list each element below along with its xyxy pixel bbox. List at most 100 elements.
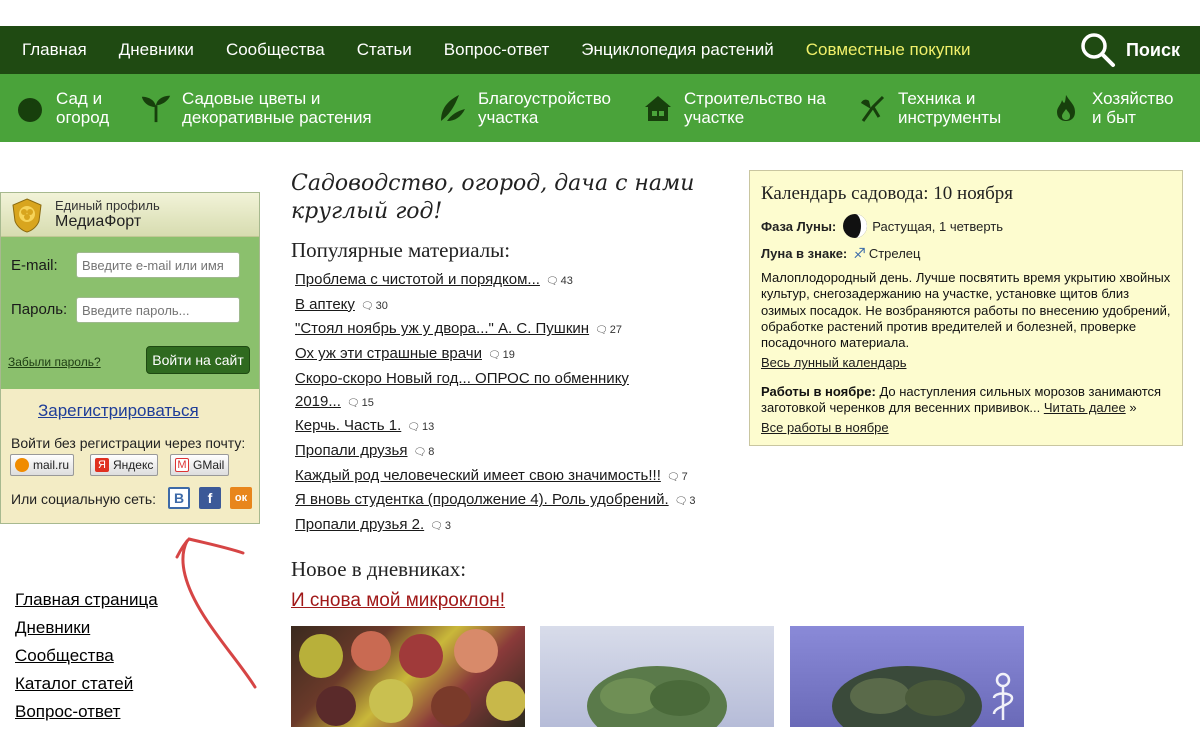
gmail-login-button[interactable]: M GMail: [170, 454, 230, 476]
annotation-arrow: [175, 537, 257, 689]
popular-link[interactable]: Керчь. Часть 1.: [295, 417, 401, 434]
yandex-label: Яндекс: [113, 458, 154, 472]
read-more-link[interactable]: Читать далее: [1044, 400, 1126, 415]
all-works-link[interactable]: Все работы в ноябре: [761, 420, 889, 435]
popular-link[interactable]: Ох уж эти страшные врачи: [295, 345, 482, 362]
gardener-calendar: Календарь садовода: 10 ноября Фаза Луны:…: [749, 170, 1183, 446]
moon-phase-value: Растущая, 1 четверть: [872, 218, 1004, 234]
tomato-icon: [14, 92, 46, 124]
moon-sign-value: Стрелец: [868, 246, 921, 261]
slogan-line: круглый год!: [291, 199, 443, 224]
popular-link[interactable]: В аптеку: [295, 296, 355, 313]
category-label-2: и быт: [1092, 108, 1136, 127]
list-item: "Стоял ноябрь уж у двора..." А. С. Пушки…: [291, 318, 731, 343]
popular-list: Проблема с чистотой и порядком... 43 В ап…: [291, 269, 731, 539]
main-content: Садоводство, огород, дача с нами круглый…: [291, 170, 731, 539]
category-label-1: Хозяйство: [1092, 89, 1174, 108]
popular-link[interactable]: Пропали друзья: [295, 442, 407, 459]
mailru-login-button[interactable]: mail.ru: [10, 454, 75, 476]
comment-count: 15: [347, 397, 374, 409]
popular-link[interactable]: Скоро-скоро Новый год... ОПРОС по обменн…: [295, 370, 629, 387]
search-label: Поиск: [1125, 39, 1180, 60]
comment-count: 3: [675, 495, 696, 507]
menu-home[interactable]: Главная страница: [15, 586, 158, 614]
comment-count: 27: [595, 324, 622, 336]
popular-link[interactable]: Я вновь студентка (продолжение 4). Роль …: [295, 491, 669, 508]
register-section: Зарегистрироваться Войти без регистрации…: [1, 389, 259, 523]
calendar-title: Календарь садовода: 10 ноября: [761, 183, 1014, 204]
category-label-2: инструменты: [898, 108, 1002, 127]
nav-qa[interactable]: Вопрос-ответ: [444, 40, 549, 60]
gmail-icon: M: [175, 458, 189, 472]
social-login-label: Или социальную сеть:: [11, 491, 157, 507]
category-nav: Сад и огород Садовые цветы и декоративные …: [0, 74, 1200, 142]
category-flowers[interactable]: Садовые цветы и декоративные растения: [140, 89, 372, 127]
comment-count: 43: [546, 275, 573, 287]
diary-post-link[interactable]: И снова мой микроклон!: [291, 590, 505, 612]
fire-icon: [1050, 92, 1082, 124]
category-garden[interactable]: Сад и огород: [14, 89, 109, 127]
diary-section-title: Новое в дневниках:: [291, 557, 467, 581]
nav-home[interactable]: Главная: [22, 40, 87, 60]
left-menu: Главная страница Дневники Сообщества Кат…: [15, 586, 158, 726]
register-link[interactable]: Зарегистрироваться: [38, 401, 199, 421]
list-item: Пропали друзья 2. 3: [291, 514, 731, 539]
lunar-calendar-link[interactable]: Весь лунный календарь: [761, 355, 906, 370]
category-household[interactable]: Хозяйство и быт: [1050, 89, 1174, 127]
works-paragraph: Работы в ноябре: До наступления сильных …: [761, 384, 1171, 417]
list-item: Каждый род человеческий имеет свою значи…: [291, 465, 731, 490]
menu-communities[interactable]: Сообщества: [15, 642, 158, 670]
comment-count: 19: [488, 349, 515, 361]
works-label: Работы в ноябре:: [761, 383, 876, 399]
profile-header: Единый профиль МедиаФорт: [1, 193, 259, 237]
moon-phase-row: Фаза Луны: Растущая, 1 четверть: [761, 213, 1171, 239]
menu-articles-catalog[interactable]: Каталог статей: [15, 670, 158, 698]
category-label-1: Сад и: [56, 89, 103, 108]
comment-count: 8: [413, 446, 434, 458]
category-label-2: декоративные растения: [182, 108, 372, 127]
watermark-logo-icon: [993, 672, 1014, 720]
category-label-2: участке: [684, 108, 745, 127]
top-strip: [0, 0, 1200, 26]
category-label-2: огород: [56, 108, 110, 127]
nav-encyclopedia[interactable]: Энциклопедия растений: [581, 40, 774, 60]
search-button[interactable]: Поиск: [1080, 32, 1180, 68]
category-landscaping[interactable]: Благоустройство участка: [436, 89, 611, 127]
yandex-icon: Я: [95, 458, 109, 472]
vkontakte-icon[interactable]: В: [168, 487, 190, 509]
day-description: Малоплодородный день. Лучше посвятить вр…: [761, 270, 1171, 351]
nav-diaries[interactable]: Дневники: [119, 40, 194, 60]
popular-link[interactable]: Каждый род человеческий имеет свою значи…: [295, 467, 661, 484]
email-label: E-mail:: [11, 257, 58, 274]
list-item: Скоро-скоро Новый год... ОПРОС по обменн…: [291, 368, 731, 415]
popular-link[interactable]: Пропали друзья 2.: [295, 516, 424, 533]
menu-qa[interactable]: Вопрос-ответ: [15, 698, 158, 726]
diary-image-thumbnail[interactable]: [540, 626, 774, 732]
profile-small-label: Единый профиль: [55, 198, 160, 213]
forgot-password-link[interactable]: Забыли пароль?: [8, 355, 101, 369]
popular-link-continued[interactable]: 2019...: [295, 393, 341, 410]
moon-phase-icon: [843, 214, 868, 238]
yandex-login-button[interactable]: Я Яндекс: [90, 454, 159, 476]
popular-link[interactable]: Проблема с чистотой и порядком...: [295, 271, 540, 288]
nav-joint-purchases[interactable]: Совместные покупки: [806, 40, 971, 60]
password-field[interactable]: [76, 297, 240, 323]
popular-link[interactable]: "Стоял ноябрь уж у двора..." А. С. Пушки…: [295, 320, 589, 337]
popular-title: Популярные материалы:: [291, 238, 511, 262]
facebook-icon[interactable]: f: [199, 487, 221, 509]
login-button[interactable]: Войти на сайт: [146, 346, 250, 374]
comment-count: 7: [667, 471, 688, 483]
menu-diaries[interactable]: Дневники: [15, 614, 158, 642]
profile-big-label: МедиаФорт: [55, 213, 142, 230]
category-tools[interactable]: Техника и инструменты: [856, 89, 1001, 127]
odnoklassniki-icon[interactable]: ок: [230, 487, 252, 509]
site-slogan: Садоводство, огород, дача с нами круглый…: [291, 170, 731, 226]
password-label: Пароль:: [11, 301, 68, 318]
email-field[interactable]: [76, 252, 240, 278]
category-construction[interactable]: Строительство на участке: [642, 89, 826, 127]
nav-communities[interactable]: Сообщества: [226, 40, 325, 60]
nav-articles[interactable]: Статьи: [357, 40, 412, 60]
list-item: Керчь. Часть 1. 13: [291, 415, 731, 440]
moon-sign-row: Луна в знаке: ♐ Стрелец: [761, 245, 1171, 262]
diary-image-thumbnail[interactable]: [291, 626, 526, 727]
